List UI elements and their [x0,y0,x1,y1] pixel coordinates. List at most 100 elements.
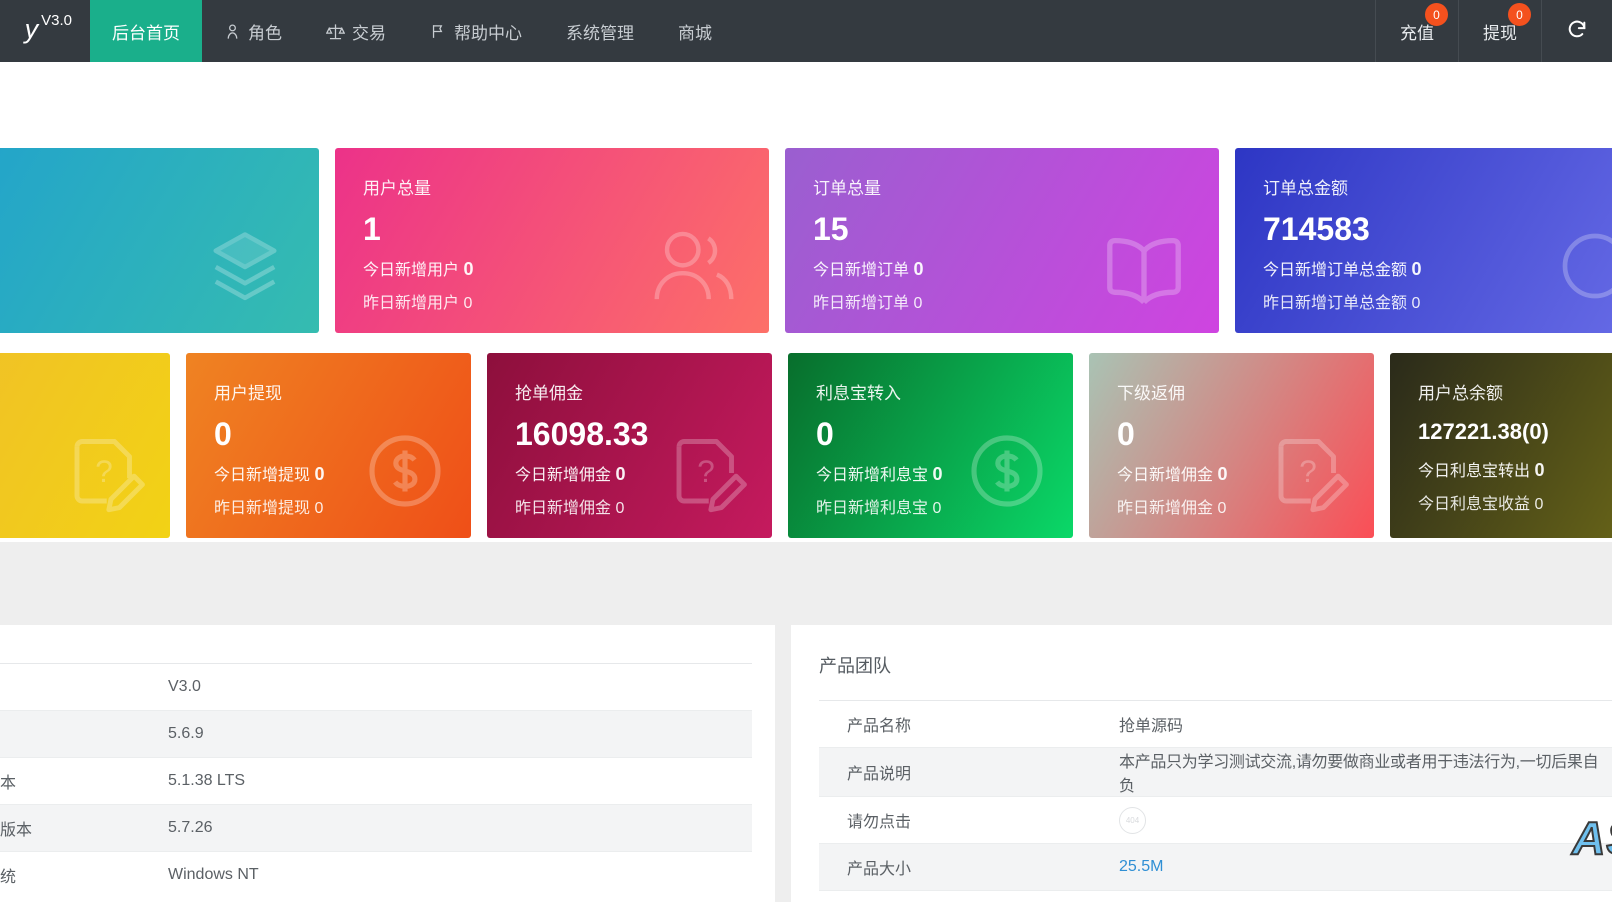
row-label: 本 [0,758,168,805]
row-value-image: 404 [1119,797,1612,844]
card-value: 0 [0,184,291,224]
stat-cards-row-2: 充值 0 充值 0 ? 用户提现 0 今日新增提现 0 昨日新增提现 0 [0,353,1612,538]
row-label: 数据库 [819,891,1119,902]
card-value: 1 [363,209,741,249]
card-sub-label: 昨日新增订单总金额 [1263,295,1407,312]
stat-card-products[interactable]: 0 商品 0 商品 0 [0,148,319,333]
stat-card-total-order-amount[interactable]: 订单总金额 714583 今日新增订单总金额 0 昨日新增订单总金额 0 [1235,148,1612,333]
top-navbar: y V3.0 后台首页 角色 交易 [0,0,1612,62]
card-sub-value: 0 [615,464,625,484]
card-subline-yesterday: 昨日新增订单 0 [813,287,1191,320]
stat-card-recharge[interactable]: 充值 0 充值 0 ? [0,353,170,538]
card-sub-value: 0 [932,464,942,484]
nav-item-mall[interactable]: 商城 [656,0,734,62]
brand-logo[interactable]: y V3.0 [0,0,90,62]
table-row: 产品说明 本产品只为学习测试交流,请勿要做商业或者用于违法行为,一切后果自负 [819,748,1612,797]
table-row: 统 Windows NT [0,852,752,899]
card-sub-label: 今日新增用户 [363,262,459,279]
row-label: 统 [0,852,168,899]
stat-card-interest-transfer-in[interactable]: 利息宝转入 0 今日新增利息宝 0 昨日新增利息宝 0 [788,353,1073,538]
card-sub-value: 0 [913,295,922,312]
card-subline-yesterday: 昨日新增佣金 0 [515,492,744,525]
stat-card-subordinate-rebate[interactable]: 下级返佣 0 今日新增佣金 0 昨日新增佣金 0 ? [1089,353,1374,538]
card-sub-value: 0 [913,259,923,279]
stat-card-grab-order-commission[interactable]: 抢单佣金 16098.33 今日新增佣金 0 昨日新增佣金 0 ? [487,353,772,538]
row-label [0,711,168,758]
row-value: 5.7.26 [168,805,752,852]
card-sub-value: 0 [1534,496,1543,513]
card-sub-label: 昨日新增佣金 [515,500,611,517]
card-sub-value: 0 [314,464,324,484]
card-subline-today: 今日新增订单 0 [813,253,1191,287]
card-subline-yesterday: 充值 0 [0,423,142,456]
card-sub-value: 0 [932,500,941,517]
stat-card-total-users[interactable]: 用户总量 1 今日新增用户 0 昨日新增用户 0 [335,148,769,333]
nav-item-label: 角色 [248,19,282,44]
refresh-button[interactable] [1541,0,1612,62]
row-value: V3.0 [168,664,752,711]
card-sub-label: 今日利息宝转出 [1418,463,1530,480]
card-value: 0 [816,414,1045,454]
stat-cards-row-1: 0 商品 0 商品 0 用户总量 1 今日新增用户 0 昨日新增用户 0 [0,148,1612,333]
row-label: 版本 [0,805,168,852]
nav-item-dashboard[interactable]: 后台首页 [90,0,202,62]
scales-icon [326,22,345,41]
svg-text:?: ? [95,453,113,489]
card-subline-yesterday: 昨日新增提现 0 [214,492,443,525]
card-subline-today: 今日利息宝转出 0 [1418,454,1612,488]
nav-item-help-center[interactable]: 帮助中心 [408,0,544,62]
card-sub-label: 今日新增佣金 [515,467,611,484]
row-label: 产品名称 [819,701,1119,748]
card-sub-value: 0 [1411,259,1421,279]
card-subline-yesterday: 昨日新增利息宝 0 [816,492,1045,525]
card-subline-today: 充值 0 [0,389,142,423]
row-value: 25.5M [1119,844,1612,891]
table-row: 产品大小 25.5M [819,844,1612,891]
card-subline-today: 今日新增佣金 0 [1117,458,1346,492]
card-sub-label: 昨日新增佣金 [1117,500,1213,517]
row-label [0,664,168,711]
product-size-link[interactable]: 25.5M [1119,858,1163,875]
card-sub-value: 0 [463,259,473,279]
bottom-panels: V3.0 5.6.9 本 5.1.38 LTS 版本 5.7.26 统 Wind… [0,625,1612,902]
nav-item-role[interactable]: 角色 [202,0,304,62]
card-value: 0 [214,414,443,454]
nav-item-system-management[interactable]: 系统管理 [544,0,656,62]
card-sub-label: 昨日新增利息宝 [816,500,928,517]
card-sub-label: 昨日新增提现 [214,500,310,517]
card-sub-value: 0 [314,500,323,517]
card-title: 用户提现 [214,379,443,404]
card-title: 用户总余额 [1418,379,1612,404]
card-sub-label: 今日新增利息宝 [816,467,928,484]
panel-head-spacer [0,625,775,663]
card-sub-label: 今日利息宝收益 [1418,496,1530,513]
stat-card-total-user-balance[interactable]: 用户总余额 127221.38(0) 今日利息宝转出 0 今日利息宝收益 0 [1390,353,1612,538]
row-value: 本产品只为学习测试交流,请勿要做商业或者用于违法行为,一切后果自负 [1119,748,1612,797]
panel-title: 产品团队 [791,625,1612,700]
card-sub-value: 0 [615,500,624,517]
table-row: 数据库 mysql [819,891,1612,902]
flag-icon [430,23,447,40]
row-label: 产品大小 [819,844,1119,891]
card-sub-value: 0 [1534,460,1544,480]
recharge-button[interactable]: 充值 0 [1375,0,1458,62]
table-row: 5.6.9 [0,711,752,758]
row-label: 产品说明 [819,748,1119,797]
card-value: 15 [813,209,1191,249]
card-sub-value: 0 [1217,464,1227,484]
row-value: 5.1.38 LTS [168,758,752,805]
card-subline-today: 商品 0 [0,228,291,262]
stat-card-total-orders[interactable]: 订单总量 15 今日新增订单 0 昨日新增订单 0 [785,148,1219,333]
row-value: 抢单源码 [1119,701,1612,748]
brand-version: V3.0 [41,12,72,29]
card-subline-today: 今日新增订单总金额 0 [1263,253,1612,287]
recharge-badge: 0 [1425,3,1448,26]
table-row: V3.0 [0,664,752,711]
stat-card-user-withdraw[interactable]: 用户提现 0 今日新增提现 0 昨日新增提现 0 [186,353,471,538]
row-value: Windows NT [168,852,752,899]
card-subline-today: 今日新增佣金 0 [515,458,744,492]
nav-item-trade[interactable]: 交易 [304,0,408,62]
card-sub-value: 0 [463,295,472,312]
withdraw-button[interactable]: 提现 0 [1458,0,1541,62]
card-sub-label: 今日新增佣金 [1117,467,1213,484]
